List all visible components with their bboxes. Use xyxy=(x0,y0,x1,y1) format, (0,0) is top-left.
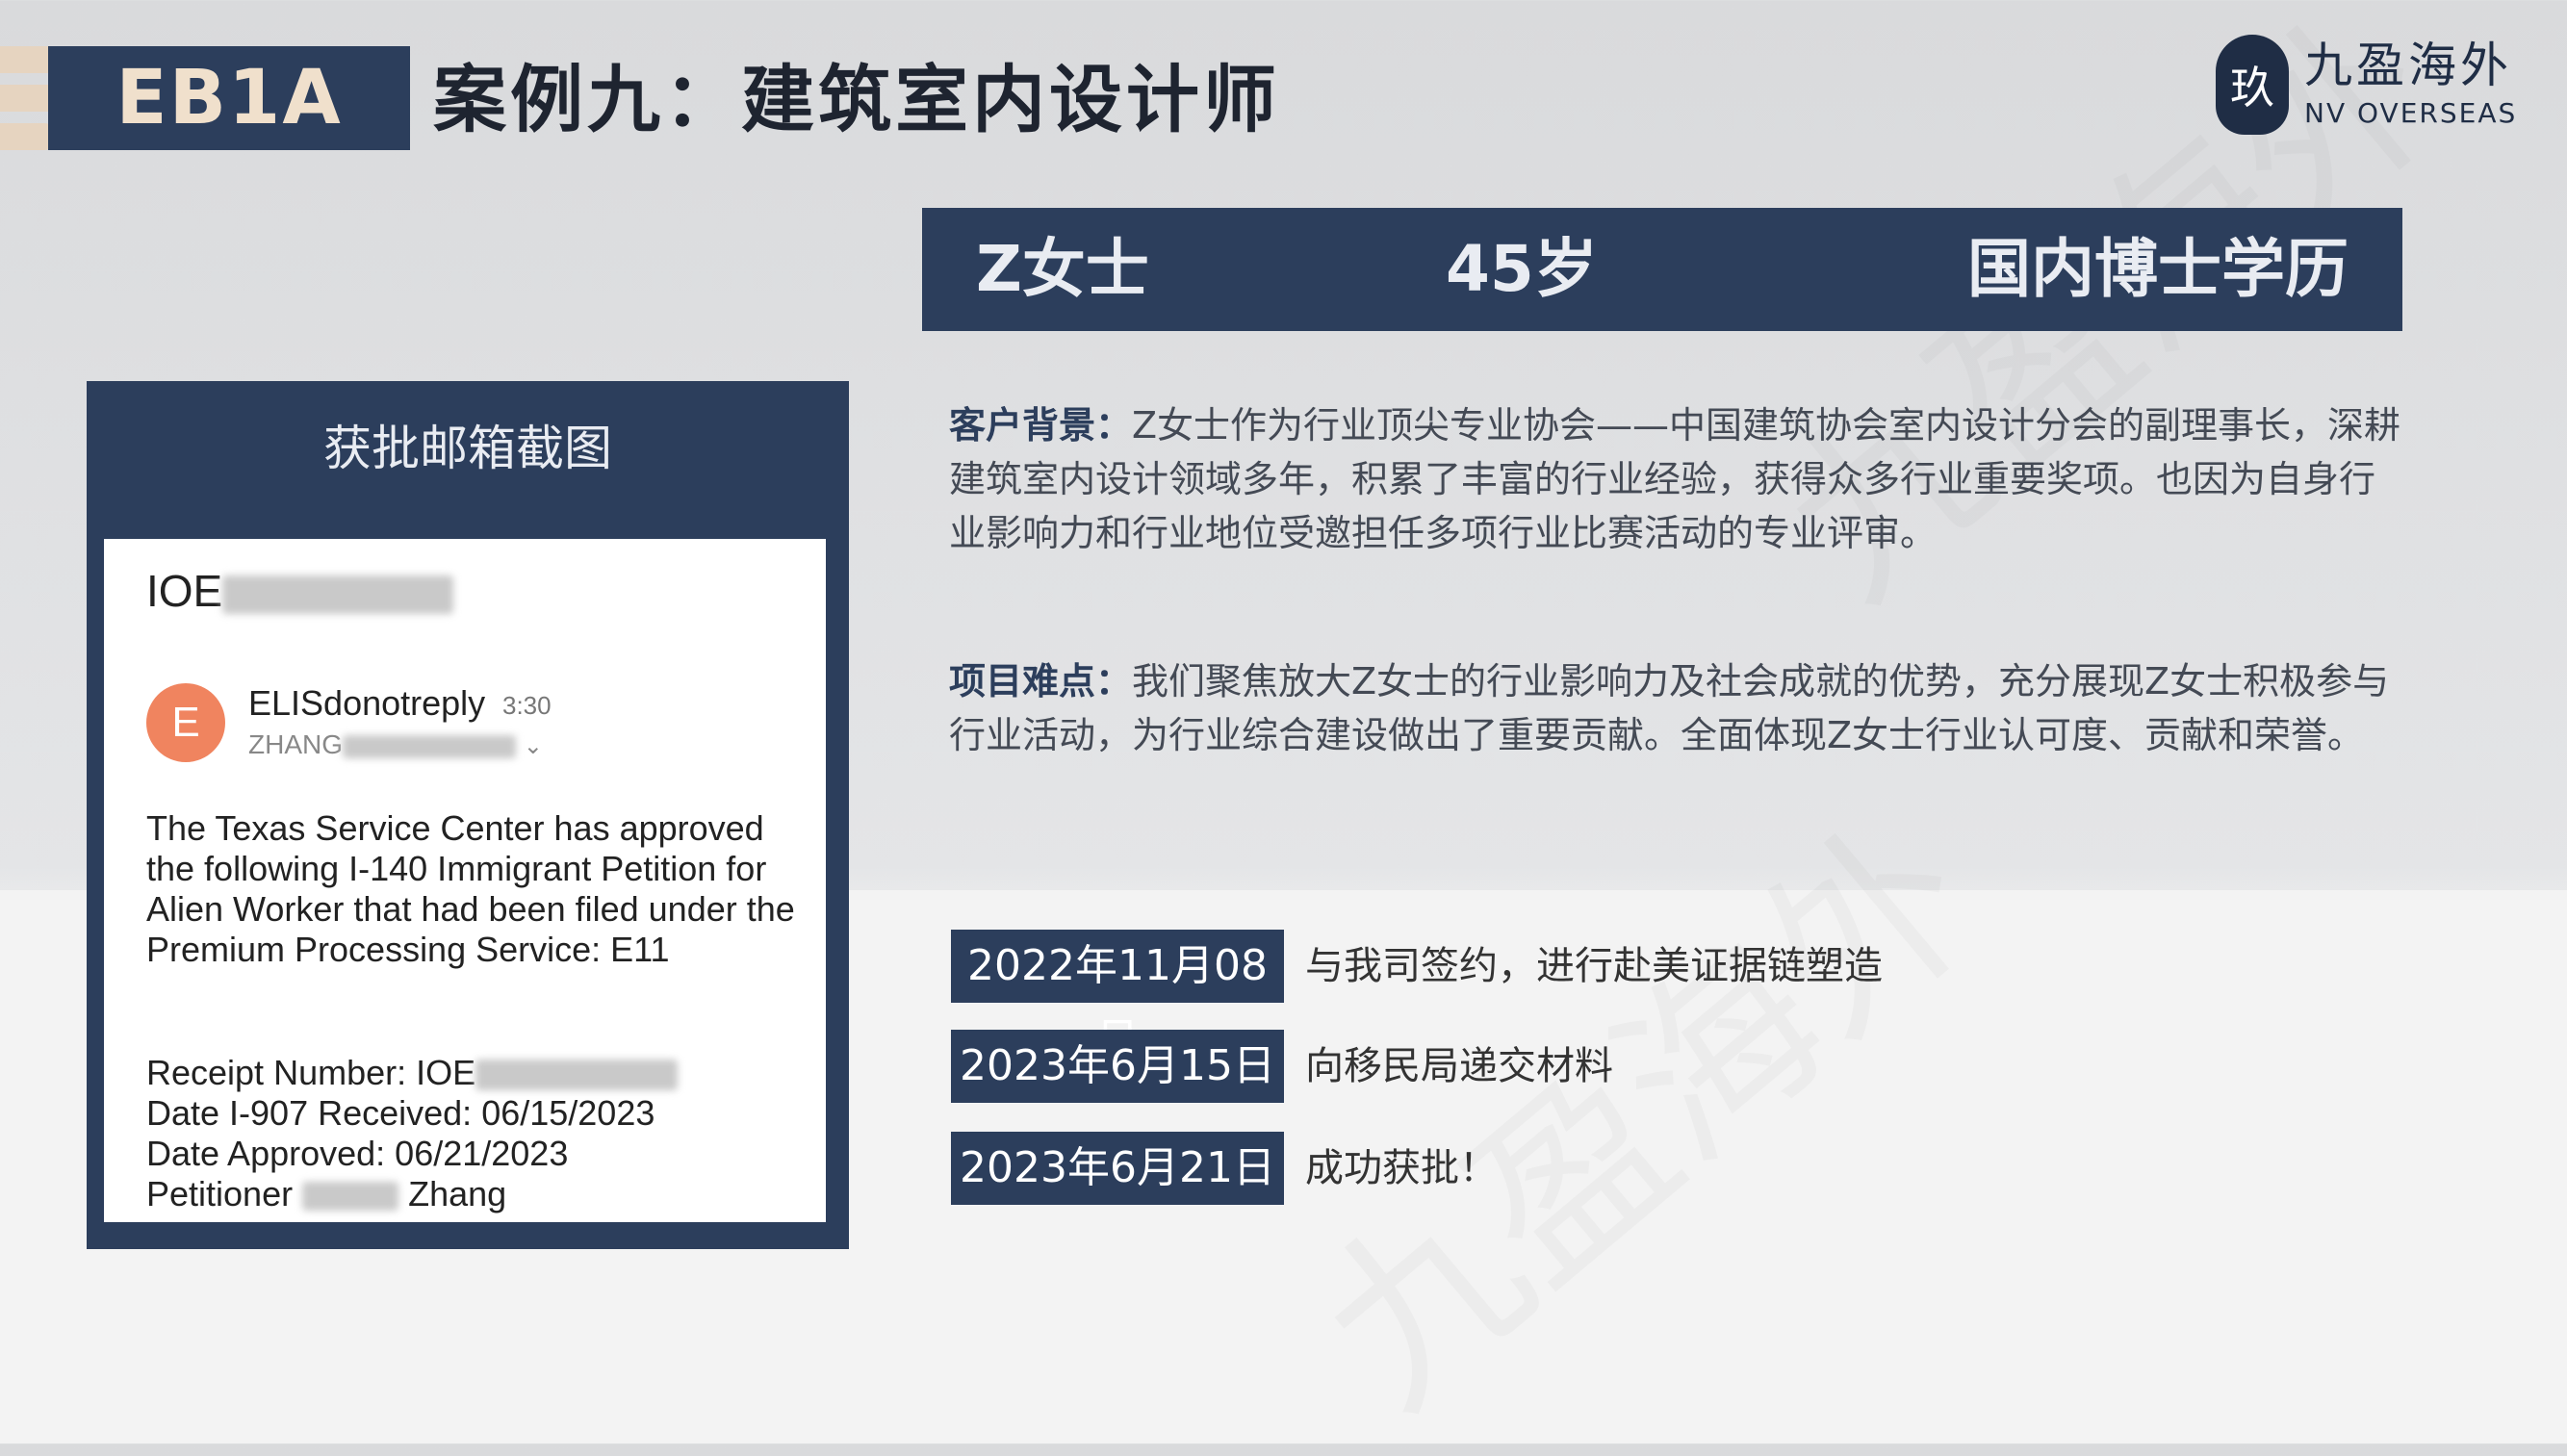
receipt-number: Receipt Number: IOE xyxy=(146,1053,810,1093)
email-body: The Texas Service Center has approved th… xyxy=(146,808,795,969)
redacted-name xyxy=(343,734,516,758)
client-name: Z女士 xyxy=(976,232,1149,306)
approval-email-panel: 获批邮箱截图 IOE E ELISdonotreply 3:30 ZHANG ⌄… xyxy=(87,381,849,1249)
date-approved: Date Approved: 06/21/2023 xyxy=(146,1134,569,1173)
page-title: 案例九：建筑室内设计师 xyxy=(433,57,1280,142)
project-difficulty: 项目难点：我们聚焦放大Z女士的行业影响力及社会成就的优势，充分展现Z女士积极参与… xyxy=(949,654,2402,762)
category-tag: EB1A xyxy=(48,46,410,150)
email-details: Receipt Number: IOE Date I-907 Received:… xyxy=(146,1053,810,1214)
redacted-receipt xyxy=(222,575,454,614)
email-time: 3:30 xyxy=(502,691,552,720)
email-subject: IOE xyxy=(146,564,454,618)
timeline-date: 2023年6月15日 xyxy=(951,1030,1284,1103)
timeline-date: 2022年11月08日 xyxy=(951,930,1284,1063)
date-received: Date I-907 Received: 06/15/2023 xyxy=(146,1093,655,1133)
client-age: 45岁 xyxy=(1446,232,1598,306)
petitioner: Petitioner Zhang xyxy=(146,1174,507,1213)
logo-mark-icon: 玖 xyxy=(2216,35,2289,135)
background-text: Z女士作为行业顶尖专业协会——中国建筑协会室内设计分会的副理事长，深耕建筑室内设… xyxy=(949,404,2401,554)
background-label: 客户背景： xyxy=(949,404,1133,447)
chevron-down-icon: ⌄ xyxy=(523,733,543,759)
redacted-receipt xyxy=(475,1060,679,1091)
sender-name: ELISdonotreply xyxy=(248,683,486,723)
sender-avatar: E xyxy=(146,683,225,762)
recipient: ZHANG ⌄ xyxy=(248,729,543,759)
difficulty-label: 项目难点： xyxy=(949,660,1133,702)
timeline-event: 向移民局递交材料 xyxy=(1305,1044,1613,1088)
email-panel-title: 获批邮箱截图 xyxy=(323,421,612,476)
logo-name-en: NV OVERSEAS xyxy=(2304,97,2518,129)
redacted-name xyxy=(302,1182,399,1212)
difficulty-text: 我们聚焦放大Z女士的行业影响力及社会成就的优势，充分展现Z女士积极参与行业活动，… xyxy=(949,660,2390,756)
logo-name-cn: 九盈海外 xyxy=(2304,38,2512,93)
timeline-date: 2023年6月21日 xyxy=(951,1132,1284,1205)
timeline-event: 与我司签约，进行赴美证据链塑造 xyxy=(1305,944,1883,988)
client-profile-bar: Z女士 45岁 国内博士学历 xyxy=(922,208,2402,331)
client-background: 客户背景：Z女士作为行业顶尖专业协会——中国建筑协会室内设计分会的副理事长，深耕… xyxy=(949,398,2402,560)
client-education: 国内博士学历 xyxy=(1967,232,2349,306)
email-screenshot: IOE E ELISdonotreply 3:30 ZHANG ⌄ The Te… xyxy=(104,539,826,1222)
timeline-event: 成功获批！ xyxy=(1305,1146,1498,1190)
brand-logo: 玖 九盈海外 NV OVERSEAS xyxy=(2216,35,2524,140)
